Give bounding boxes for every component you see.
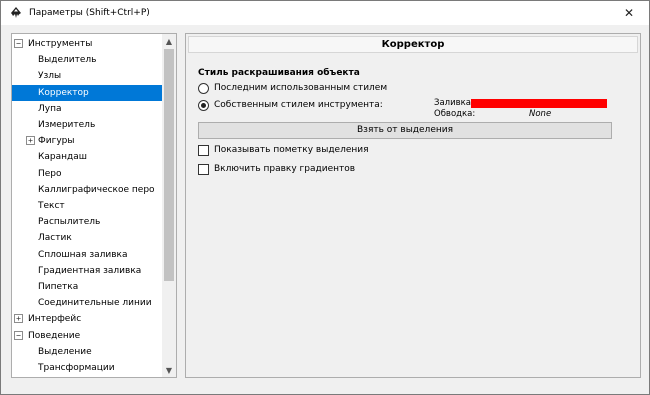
tree-item-label: Сплошная заливка xyxy=(38,249,128,260)
tree-item[interactable]: Каллиграфическое перо xyxy=(12,182,162,198)
show-selection-cue-label[interactable]: Показывать пометку выделения xyxy=(214,145,369,155)
radio-last-style[interactable] xyxy=(198,83,209,94)
tree-item[interactable]: Сплошная заливка xyxy=(12,247,162,263)
radio-last-style-label[interactable]: Последним использованным стилем xyxy=(214,83,387,93)
tree-item[interactable]: − Поведение xyxy=(12,328,162,344)
tree-item-label: Выделение xyxy=(38,346,92,357)
section-title: Стиль раскрашивания объекта xyxy=(198,68,360,78)
tree-item-label: Соединительные линии xyxy=(38,298,152,309)
radio-own-style[interactable] xyxy=(198,100,209,111)
tree-item-label: Измеритель xyxy=(38,120,96,130)
expand-icon[interactable]: + xyxy=(26,136,35,146)
stroke-label: Обводка: xyxy=(434,109,476,119)
tree-item[interactable]: Измеритель xyxy=(12,117,162,133)
tree-item-label: Текст xyxy=(38,201,65,211)
take-from-selection-button[interactable]: Взять от выделения xyxy=(198,122,612,139)
tree-scrollbar[interactable]: ▲ ▼ xyxy=(162,34,176,377)
tree-item[interactable]: Узлы xyxy=(12,68,162,84)
tree-item[interactable]: Градиентная заливка xyxy=(12,263,162,279)
tree-item[interactable]: Трансформации xyxy=(12,360,162,376)
tree-item-label: Градиентная заливка xyxy=(38,265,142,276)
fill-label: Заливка: xyxy=(434,98,474,108)
scroll-up-icon[interactable]: ▲ xyxy=(162,34,176,48)
tree-item[interactable]: Пипетка xyxy=(12,279,162,295)
tree-item-label: Перо xyxy=(38,168,62,179)
tree-item-label: Лупа xyxy=(38,103,62,114)
tree-item-label: Ластик xyxy=(38,233,72,244)
tree-item[interactable]: Текст xyxy=(12,198,162,214)
show-selection-cue-checkbox[interactable] xyxy=(198,145,209,156)
expand-icon[interactable]: + xyxy=(14,314,23,324)
tree-item-label: Интерфейс xyxy=(28,314,82,325)
radio-own-style-label[interactable]: Собственным стилем инструмента: xyxy=(214,100,383,110)
tree-item-label: Фигуры xyxy=(38,136,75,147)
tree-item[interactable]: Корректор xyxy=(12,84,162,101)
tree-item-label: Узлы xyxy=(38,71,62,82)
tree-item-label: Поведение xyxy=(28,330,81,341)
tree-item-label: Карандаш xyxy=(38,152,87,163)
tree-item-label: Выделитель xyxy=(38,55,97,66)
tree-item-label: Инструменты xyxy=(28,39,93,49)
close-button[interactable]: ✕ xyxy=(609,1,649,25)
tree-item[interactable]: Распылитель xyxy=(12,214,162,230)
tree-item[interactable]: Выделитель xyxy=(12,52,162,68)
enable-gradient-editing-label[interactable]: Включить правку градиентов xyxy=(214,164,355,174)
inkscape-logo-icon xyxy=(9,6,23,20)
tree-item[interactable]: Перо xyxy=(12,166,162,182)
collapse-icon[interactable]: − xyxy=(14,330,23,340)
fill-color-swatch[interactable] xyxy=(471,99,607,108)
preferences-window: Параметры (Shift+Ctrl+P) ✕ − Инструменты В… xyxy=(0,0,650,395)
tree-item[interactable]: Ластик xyxy=(12,230,162,246)
tree-item-label: Корректор xyxy=(38,87,89,98)
tree-item[interactable]: + Интерфейс xyxy=(12,311,162,327)
title-bar[interactable]: Параметры (Shift+Ctrl+P) ✕ xyxy=(1,1,649,25)
settings-panel: Корректор Стиль раскрашивания объекта По… xyxy=(185,33,641,378)
tree-item[interactable]: Соединительные линии xyxy=(12,295,162,311)
tree-item-label: Пипетка xyxy=(38,282,79,292)
tree-item[interactable]: − Инструменты xyxy=(12,36,162,52)
window-title: Параметры (Shift+Ctrl+P) xyxy=(29,8,150,18)
preferences-tree[interactable]: − Инструменты Выделитель Узлы Корректор Лупа И… xyxy=(11,33,177,378)
collapse-icon[interactable]: − xyxy=(14,39,23,48)
panel-title: Корректор xyxy=(188,36,638,53)
scroll-down-icon[interactable]: ▼ xyxy=(162,363,176,377)
tree-item[interactable]: + Фигуры xyxy=(12,133,162,149)
tree-item-label: Распылитель xyxy=(38,217,101,228)
tree-item[interactable]: Выделение xyxy=(12,344,162,360)
tree-item[interactable]: Лупа xyxy=(12,101,162,117)
enable-gradient-editing-checkbox[interactable] xyxy=(198,164,209,175)
scroll-thumb[interactable] xyxy=(164,49,174,281)
stroke-value[interactable]: None xyxy=(529,109,551,119)
tree-item-label: Трансформации xyxy=(38,363,115,373)
tree-item-label: Каллиграфическое перо xyxy=(38,184,155,195)
tree-item[interactable]: Карандаш xyxy=(12,149,162,165)
